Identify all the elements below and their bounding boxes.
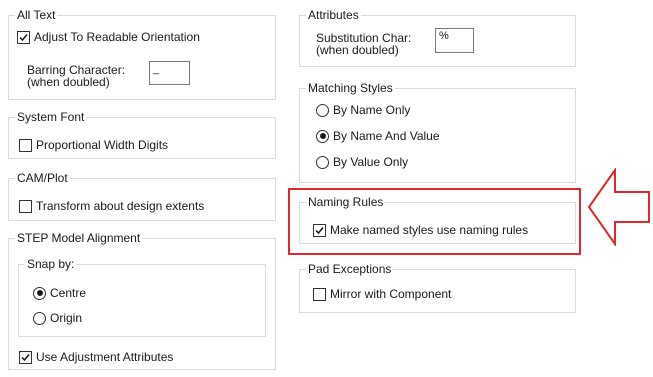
mirror-with-component-check-box[interactable] xyxy=(313,287,326,301)
pad-exceptions-group: Pad Exceptions Mirror with Component xyxy=(299,262,576,313)
adjust-readable-orientation-check-box[interactable] xyxy=(17,30,30,44)
by-name-and-value-label: By Name And Value xyxy=(333,129,440,143)
transform-design-extents-label: Transform about design extents xyxy=(36,199,205,213)
mirror-with-component-checkbox[interactable]: Mirror with Component xyxy=(313,287,451,301)
system-font-group: System Font Proportional Width Digits xyxy=(8,110,276,159)
snap-origin-label: Origin xyxy=(50,311,83,325)
proportional-width-digits-check-box[interactable] xyxy=(19,138,32,152)
snap-origin-radio-button[interactable] xyxy=(33,311,46,325)
snap-centre-radio[interactable]: Centre xyxy=(33,286,86,300)
by-value-only-label: By Value Only xyxy=(333,155,409,169)
adjust-readable-orientation-checkbox[interactable]: Adjust To Readable Orientation xyxy=(17,30,200,44)
by-value-only-radio[interactable]: By Value Only xyxy=(316,155,408,169)
use-adjustment-attributes-check-box[interactable] xyxy=(19,350,32,364)
arrow-left-icon xyxy=(587,168,650,246)
snap-centre-radio-button[interactable] xyxy=(33,286,46,300)
checkmark-icon xyxy=(21,353,30,361)
transform-design-extents-check-box[interactable] xyxy=(19,199,32,213)
attributes-title: Attributes xyxy=(306,8,361,22)
all-text-group: All Text Adjust To Readable Orientation … xyxy=(8,8,276,100)
substitution-char-sublabel: (when doubled) xyxy=(316,43,399,57)
matching-styles-group: Matching Styles By Name Only By Name And… xyxy=(299,81,576,183)
substitution-char-input[interactable]: % xyxy=(435,28,474,53)
cam-plot-title: CAM/Plot xyxy=(15,171,70,185)
all-text-title: All Text xyxy=(15,8,58,22)
barring-character-input[interactable]: _ xyxy=(149,61,190,85)
cam-plot-group: CAM/Plot Transform about design extents xyxy=(8,171,276,221)
transform-design-extents-checkbox[interactable]: Transform about design extents xyxy=(19,199,204,213)
pad-exceptions-title: Pad Exceptions xyxy=(306,262,394,276)
use-adjustment-attributes-label: Use Adjustment Attributes xyxy=(36,350,174,364)
proportional-width-digits-label: Proportional Width Digits xyxy=(36,138,169,152)
barring-character-sublabel: (when doubled) xyxy=(27,75,110,89)
by-value-only-radio-button[interactable] xyxy=(316,155,329,169)
snap-by-title: Snap by: xyxy=(25,257,77,271)
attributes-group: Attributes Substitution Char: (when doub… xyxy=(299,8,576,67)
snap-centre-label: Centre xyxy=(50,286,87,300)
radio-selected-dot-icon xyxy=(319,133,326,139)
by-name-and-value-radio-button[interactable] xyxy=(316,129,329,143)
step-model-alignment-group: STEP Model Alignment Snap by: Centre Ori… xyxy=(8,231,276,370)
by-name-and-value-radio[interactable]: By Name And Value xyxy=(316,129,440,143)
snap-by-group: Snap by: Centre Origin xyxy=(18,257,266,337)
checkmark-icon xyxy=(19,33,28,41)
snap-origin-radio[interactable]: Origin xyxy=(33,311,82,325)
naming-rules-highlight-box xyxy=(288,188,581,255)
use-adjustment-attributes-checkbox[interactable]: Use Adjustment Attributes xyxy=(19,350,173,364)
system-font-title: System Font xyxy=(15,110,87,124)
radio-selected-dot-icon xyxy=(36,290,43,296)
by-name-only-label: By Name Only xyxy=(333,103,411,117)
by-name-only-radio[interactable]: By Name Only xyxy=(316,103,410,117)
mirror-with-component-label: Mirror with Component xyxy=(330,287,452,301)
proportional-width-digits-checkbox[interactable]: Proportional Width Digits xyxy=(19,138,168,152)
step-model-alignment-title: STEP Model Alignment xyxy=(15,231,143,245)
by-name-only-radio-button[interactable] xyxy=(316,103,329,117)
matching-styles-title: Matching Styles xyxy=(306,81,395,95)
adjust-readable-orientation-label: Adjust To Readable Orientation xyxy=(34,30,200,44)
